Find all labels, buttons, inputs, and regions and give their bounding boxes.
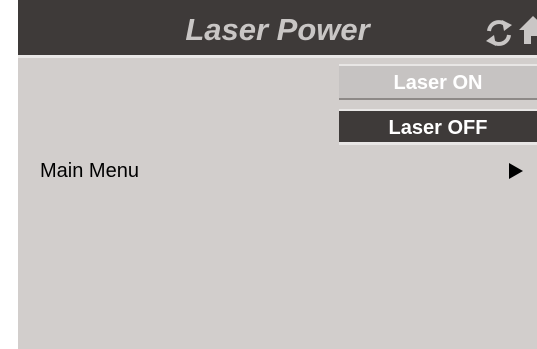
triangle-right-icon <box>509 163 523 179</box>
laser-on-button[interactable]: Laser ON <box>339 64 537 100</box>
home-icon[interactable] <box>518 14 537 46</box>
device-screen: Laser Power Laser ON Laser OFF Main Menu <box>18 0 537 349</box>
title-bar: Laser Power <box>18 0 537 58</box>
main-menu-row[interactable]: Main Menu <box>18 152 537 192</box>
refresh-icon[interactable] <box>484 18 514 48</box>
laser-off-button[interactable]: Laser OFF <box>339 109 537 145</box>
main-menu-label: Main Menu <box>40 160 139 182</box>
page-title: Laser Power <box>185 12 370 47</box>
